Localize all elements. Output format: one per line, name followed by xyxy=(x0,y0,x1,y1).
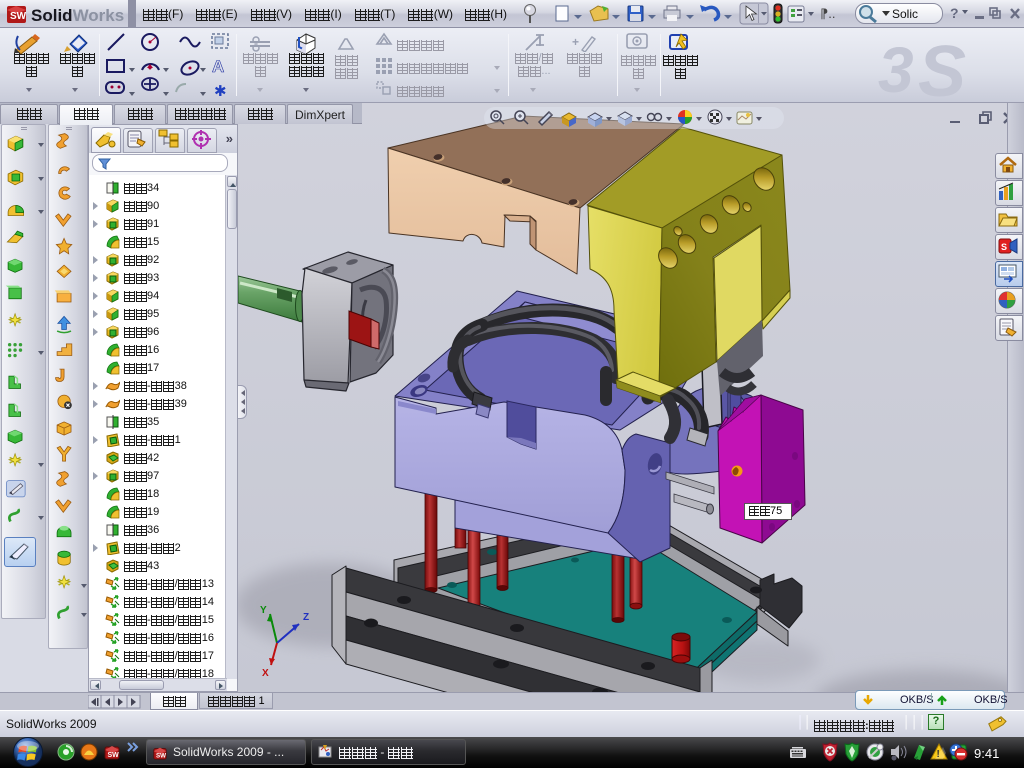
svg-text:A: A xyxy=(212,57,224,76)
svg-text:✱: ✱ xyxy=(214,83,227,98)
svg-text:S: S xyxy=(1001,242,1007,252)
svg-text:S: S xyxy=(918,32,966,102)
svg-text:Solic: Solic xyxy=(892,7,918,21)
svg-text:SW: SW xyxy=(108,752,120,759)
svg-text:Z: Z xyxy=(303,612,309,623)
svg-text:Y: Y xyxy=(260,605,267,616)
svg-text:SW: SW xyxy=(156,752,166,759)
svg-text:+: + xyxy=(572,35,579,49)
svg-text:⁋..: ⁋.. xyxy=(820,6,836,21)
svg-text:X: X xyxy=(262,668,269,679)
svg-text:SolidWorks: SolidWorks xyxy=(31,6,124,25)
svg-text:3: 3 xyxy=(878,34,914,102)
svg-text:!: ! xyxy=(937,749,940,760)
svg-text:SW: SW xyxy=(10,11,27,22)
